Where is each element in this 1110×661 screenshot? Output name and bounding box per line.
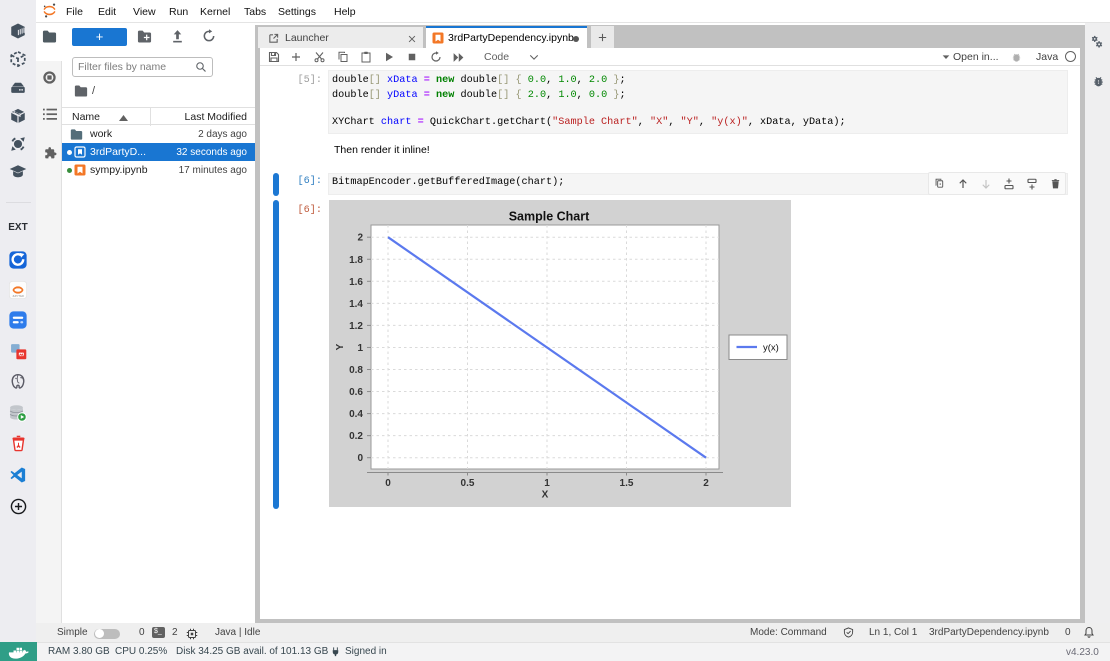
svg-text:JUPYTER: JUPYTER	[12, 294, 24, 298]
svg-text:X: X	[542, 490, 549, 501]
svg-text:1.5: 1.5	[620, 478, 634, 489]
svg-text:0.4: 0.4	[349, 409, 363, 420]
svg-text:1: 1	[544, 478, 550, 489]
svg-text:1.6: 1.6	[349, 277, 363, 288]
svg-text:2: 2	[703, 478, 709, 489]
svg-text:Sample Chart: Sample Chart	[509, 210, 590, 224]
svg-text:0.2: 0.2	[349, 431, 363, 442]
svg-text:1.4: 1.4	[349, 299, 363, 310]
svg-text:1: 1	[357, 343, 363, 354]
svg-text:0: 0	[385, 478, 391, 489]
svg-text:y(x): y(x)	[763, 343, 779, 354]
svg-text:2: 2	[357, 233, 363, 244]
svg-text:1.8: 1.8	[349, 255, 363, 266]
svg-text:0.5: 0.5	[461, 478, 475, 489]
svg-text:Y: Y	[335, 343, 346, 350]
svg-text:0: 0	[357, 453, 363, 464]
svg-text:1.2: 1.2	[349, 321, 363, 332]
svg-text:0.6: 0.6	[349, 387, 363, 398]
svg-text:0.8: 0.8	[349, 365, 363, 376]
